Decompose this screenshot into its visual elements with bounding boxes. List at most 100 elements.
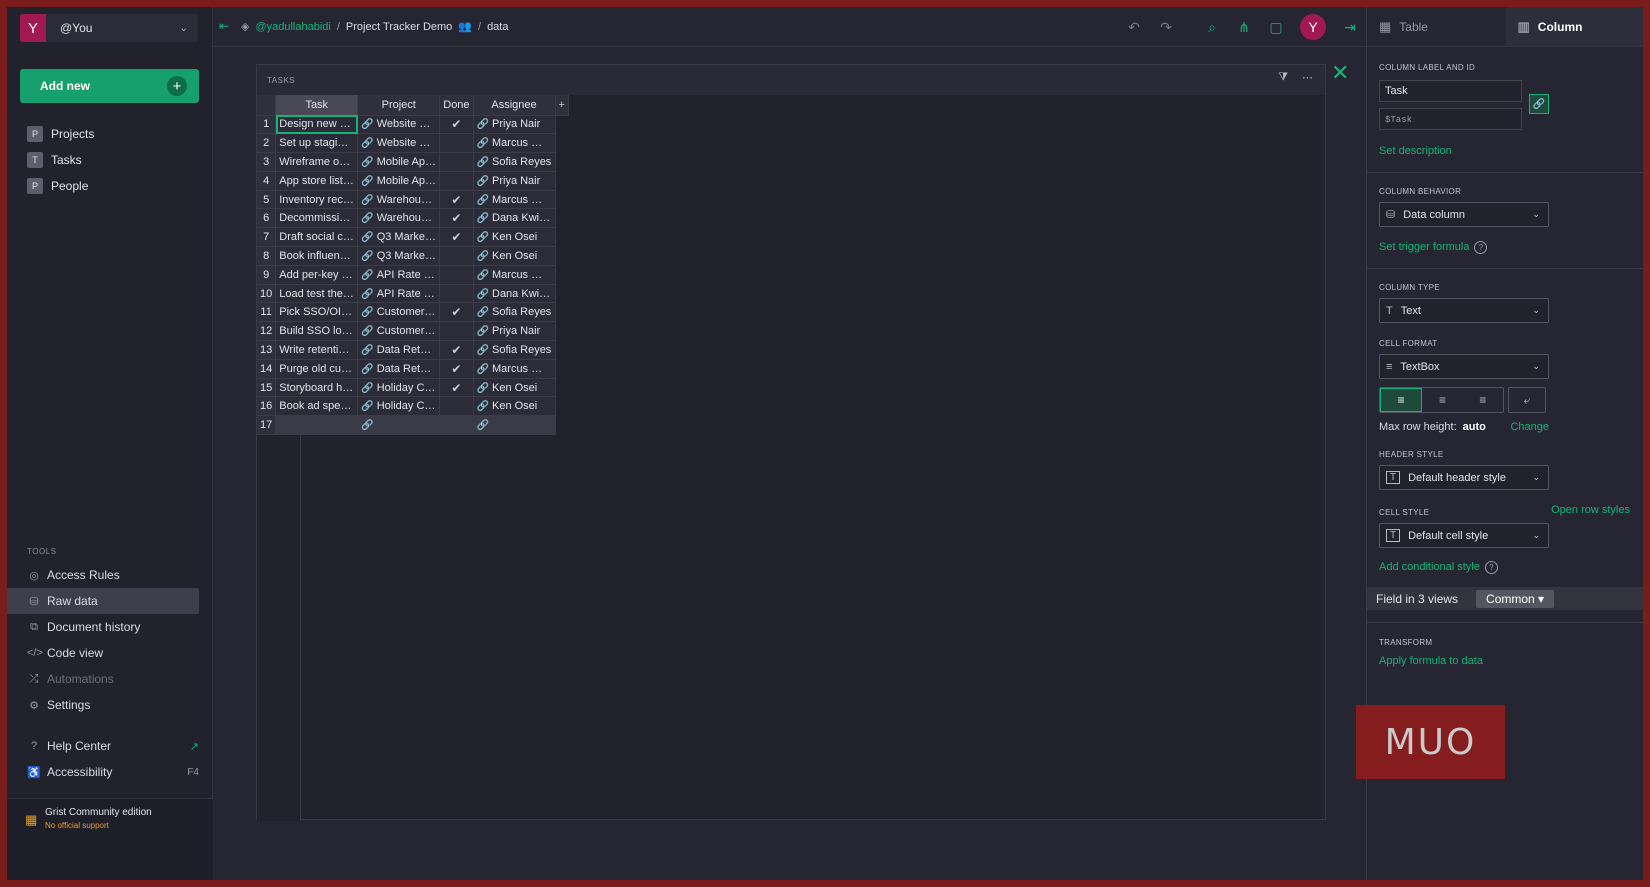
cell-done[interactable]: ✔: [439, 340, 474, 360]
tool-raw-data[interactable]: ⛁ Raw data: [7, 588, 199, 614]
cell-assignee[interactable]: 🔗 Sofia Reyes: [473, 340, 556, 360]
cell-project[interactable]: 🔗 Holiday C…: [357, 378, 441, 398]
row-number[interactable]: 15: [257, 378, 277, 398]
cell-project[interactable]: 🔗 Warehous…: [357, 208, 441, 229]
row-number[interactable]: 17: [257, 415, 277, 436]
cell-assignee[interactable]: 🔗 Priya Nair: [473, 321, 556, 342]
row-number[interactable]: 1: [257, 115, 277, 135]
accessibility-link[interactable]: ♿ Accessibility F4: [7, 759, 199, 785]
tab-table[interactable]: ▦ Table: [1367, 7, 1506, 46]
column-label-input[interactable]: Task: [1379, 80, 1522, 102]
cell-done[interactable]: [439, 321, 474, 342]
tool-document-history[interactable]: ⧉ Document history: [7, 614, 199, 640]
column-type-select[interactable]: T Text ⌄: [1379, 298, 1549, 323]
add-new-button[interactable]: Add new +: [20, 69, 199, 103]
new-cell-done[interactable]: [439, 415, 474, 436]
row-number[interactable]: 2: [257, 133, 277, 154]
cell-done[interactable]: ✔: [439, 302, 474, 323]
cell-format-select[interactable]: ≡ TextBox ⌄: [1379, 354, 1549, 379]
cell-task[interactable]: Book ad spen…: [275, 396, 359, 417]
cell-project[interactable]: 🔗 Q3 Market…: [357, 227, 441, 248]
cell-assignee[interactable]: 🔗 Marcus W…: [473, 190, 556, 210]
cell-assignee[interactable]: 🔗 Marcus W…: [473, 265, 556, 285]
cell-task[interactable]: Decommissio…: [275, 208, 359, 229]
cell-assignee[interactable]: 🔗 Ken Osei: [473, 246, 556, 266]
cell-assignee[interactable]: 🔗 Sofia Reyes: [473, 152, 556, 172]
help-icon[interactable]: ?: [1484, 561, 1498, 574]
cell-done[interactable]: [439, 133, 474, 154]
share-icon[interactable]: ⋔: [1228, 19, 1260, 36]
cell-assignee[interactable]: 🔗 Ken Osei: [473, 378, 556, 398]
new-cell-project[interactable]: 🔗: [357, 415, 441, 436]
sort-filter-icon[interactable]: ⧩: [1278, 71, 1288, 84]
column-header-done[interactable]: Done: [439, 95, 474, 116]
cell-project[interactable]: 🔗 Website R…: [357, 115, 441, 135]
cell-project[interactable]: 🔗 Data Rete…: [357, 340, 441, 360]
more-options-icon[interactable]: ⋯: [1302, 71, 1313, 84]
edition-footer[interactable]: ▦ Grist Community edition No official su…: [7, 798, 213, 880]
cell-done[interactable]: [439, 152, 474, 172]
cell-done[interactable]: [439, 171, 474, 191]
cell-assignee[interactable]: 🔗 Sofia Reyes: [473, 302, 556, 323]
cell-task[interactable]: Pick SSO/OI…: [275, 302, 359, 323]
cell-assignee[interactable]: 🔗 Priya Nair: [473, 171, 556, 191]
align-left-icon[interactable]: ≡: [1380, 388, 1423, 412]
new-cell-assignee[interactable]: 🔗: [473, 415, 556, 436]
cell-assignee[interactable]: 🔗 Priya Nair: [473, 115, 556, 135]
cell-project[interactable]: 🔗 Website R…: [357, 133, 441, 154]
cell-task[interactable]: Build SSO lo…: [275, 321, 359, 342]
cell-task[interactable]: Write retentio…: [275, 340, 359, 360]
cell-done[interactable]: [439, 284, 474, 304]
header-style-select[interactable]: T Default header style ⌄: [1379, 465, 1549, 490]
row-number[interactable]: 8: [257, 246, 277, 266]
cell-project[interactable]: 🔗 Holiday C…: [357, 396, 441, 417]
account-switcher[interactable]: Y @You ⌄: [20, 14, 198, 42]
cell-project[interactable]: 🔗 Mobile Ap…: [357, 152, 441, 172]
tool-access-rules[interactable]: ◎ Access Rules: [7, 562, 199, 588]
page-item-tasks[interactable]: T Tasks: [27, 147, 197, 173]
column-id-input[interactable]: $Task: [1379, 108, 1522, 130]
row-number[interactable]: 13: [257, 340, 277, 360]
comments-icon[interactable]: ▢: [1260, 19, 1292, 36]
cell-task[interactable]: Add per-key r…: [275, 265, 359, 285]
breadcrumb-org[interactable]: @yadullahabidi: [255, 21, 330, 33]
page-item-people[interactable]: P People: [27, 173, 197, 199]
cell-done[interactable]: ✔: [439, 227, 474, 248]
breadcrumb-doc[interactable]: Project Tracker Demo: [346, 21, 452, 33]
tab-column[interactable]: ▥ Column: [1505, 7, 1643, 46]
close-icon[interactable]: ✕: [1331, 60, 1349, 86]
cell-project[interactable]: 🔗 Warehous…: [357, 190, 441, 210]
search-icon[interactable]: ⌕: [1196, 19, 1228, 36]
cell-task[interactable]: Inventory rec…: [275, 190, 359, 210]
cell-project[interactable]: 🔗 API Rate …: [357, 284, 441, 304]
cell-done[interactable]: ✔: [439, 359, 474, 379]
add-conditional-style-link[interactable]: Add conditional style?: [1379, 561, 1498, 574]
set-description-link[interactable]: Set description: [1379, 145, 1452, 157]
row-number[interactable]: 16: [257, 396, 277, 417]
tool-settings[interactable]: ⚙ Settings: [7, 692, 199, 718]
redo-icon[interactable]: ↷: [1150, 19, 1182, 36]
change-link[interactable]: Change: [1510, 421, 1549, 433]
column-header-project[interactable]: Project: [357, 95, 441, 116]
user-avatar[interactable]: Y: [1300, 14, 1326, 40]
cell-assignee[interactable]: 🔗 Marcus W…: [473, 133, 556, 154]
cell-project[interactable]: 🔗 Customer …: [357, 321, 441, 342]
row-number[interactable]: 5: [257, 190, 277, 210]
row-number[interactable]: 12: [257, 321, 277, 342]
page-item-projects[interactable]: P Projects: [27, 121, 197, 147]
cell-done[interactable]: ✔: [439, 115, 474, 135]
wrap-text-icon[interactable]: ⤶: [1508, 387, 1546, 413]
cell-done[interactable]: [439, 265, 474, 285]
row-number[interactable]: 3: [257, 152, 277, 172]
cell-done[interactable]: ✔: [439, 190, 474, 210]
cell-assignee[interactable]: 🔗 Dana Kwi…: [473, 208, 556, 229]
row-number[interactable]: 7: [257, 227, 277, 248]
open-row-styles-link[interactable]: Open row styles: [1551, 504, 1630, 516]
cell-task[interactable]: Storyboard h…: [275, 378, 359, 398]
cell-done[interactable]: [439, 396, 474, 417]
tool-code-view[interactable]: </> Code view: [7, 640, 199, 666]
collapse-sidebar-icon[interactable]: ⇤: [219, 19, 229, 33]
row-number[interactable]: 6: [257, 208, 277, 229]
align-right-icon[interactable]: ≡: [1463, 388, 1503, 412]
apply-formula-link[interactable]: Apply formula to data: [1379, 655, 1483, 667]
